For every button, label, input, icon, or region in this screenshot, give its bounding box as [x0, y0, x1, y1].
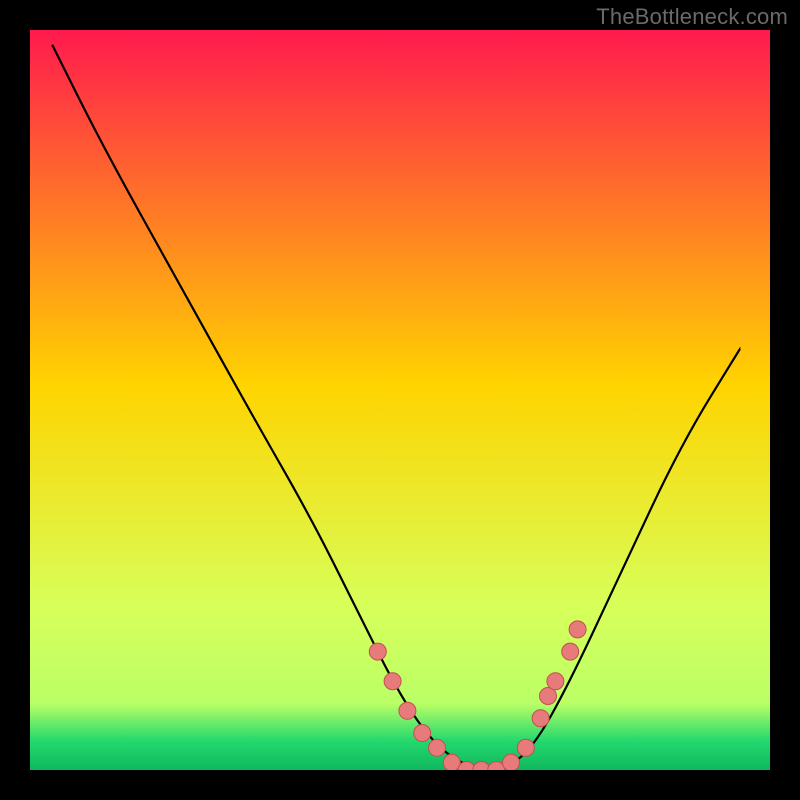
- data-dot: [384, 673, 401, 690]
- data-dot: [517, 739, 534, 756]
- chart-frame: { "watermark": "TheBottleneck.com", "col…: [0, 0, 800, 800]
- data-dot: [562, 643, 579, 660]
- data-dot: [503, 754, 520, 771]
- plot-background: [30, 30, 770, 770]
- data-dot: [532, 710, 549, 727]
- bottleneck-chart: [0, 0, 800, 800]
- data-dot: [547, 673, 564, 690]
- data-dot: [369, 643, 386, 660]
- data-dot: [399, 702, 416, 719]
- data-dot: [414, 725, 431, 742]
- data-dot: [429, 739, 446, 756]
- data-dot: [569, 621, 586, 638]
